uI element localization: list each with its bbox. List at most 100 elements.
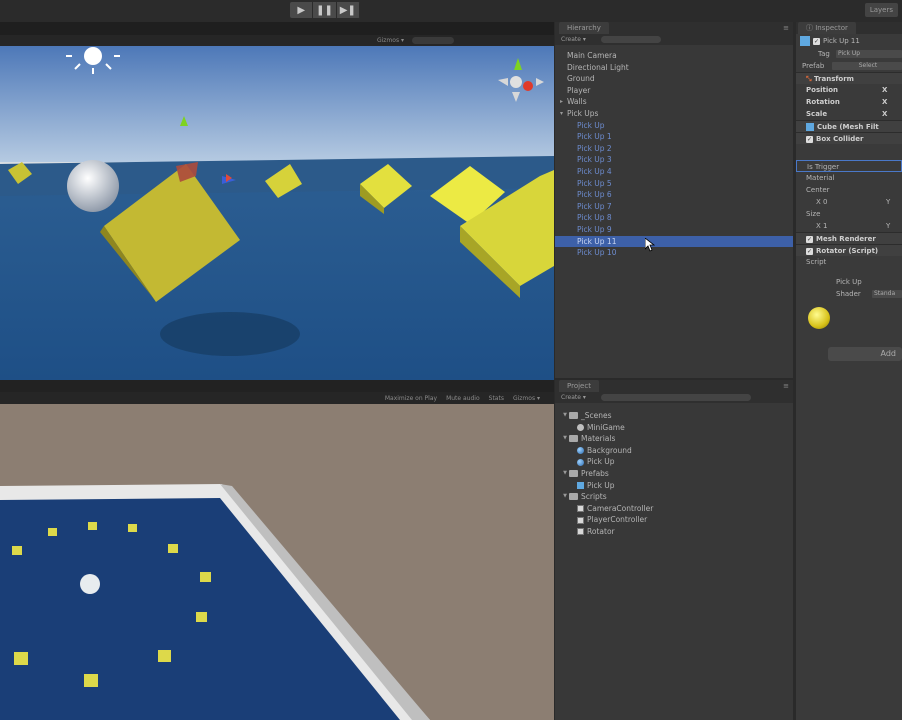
- size-row: Size: [796, 208, 902, 220]
- center-x-field[interactable]: X 0: [816, 198, 827, 206]
- project-menu-icon[interactable]: ≡: [783, 382, 789, 390]
- project-item[interactable]: Background: [555, 445, 793, 457]
- hierarchy-item[interactable]: Pick Up 9: [555, 224, 793, 236]
- game-toolbar: Maximize on Play Mute audio Stats Gizmos…: [0, 392, 554, 404]
- project-item[interactable]: ▼ Scripts: [555, 491, 793, 503]
- rotator-checkbox[interactable]: ✓: [806, 247, 813, 255]
- project-create-button[interactable]: Create ▾: [561, 393, 586, 402]
- hierarchy-item[interactable]: Pick Up 7: [555, 201, 793, 213]
- mute-audio-toggle[interactable]: Mute audio: [446, 395, 480, 402]
- project-item[interactable]: Rotator: [555, 526, 793, 538]
- tag-dropdown[interactable]: Pick Up: [836, 50, 902, 58]
- hierarchy-item[interactable]: Pick Up 5: [555, 178, 793, 190]
- pause-icon[interactable]: ❚❚: [313, 2, 337, 18]
- hierarchy-item[interactable]: ▾ Pick Ups: [555, 108, 793, 120]
- layers-dropdown[interactable]: Layers: [864, 3, 898, 17]
- hierarchy-item[interactable]: Pick Up 8: [555, 212, 793, 224]
- object-name-field[interactable]: Pick Up 11: [823, 37, 860, 45]
- project-search-input[interactable]: [601, 394, 751, 401]
- hierarchy-item[interactable]: Pick Up 2: [555, 143, 793, 155]
- inspector-body: ✓ Pick Up 11 Tag Pick Up Prefab Select ⤡ …: [796, 34, 902, 300]
- size-x-field[interactable]: X 1: [816, 222, 827, 230]
- add-component-button[interactable]: Add: [828, 347, 902, 361]
- scale-x-label[interactable]: X: [882, 108, 887, 120]
- project-item-label: Pick Up: [587, 457, 615, 467]
- project-item[interactable]: ▼ _Scenes: [555, 410, 793, 422]
- player-sphere[interactable]: [67, 160, 119, 212]
- rotator-header[interactable]: ✓ Rotator (Script): [796, 244, 902, 256]
- hierarchy-panel: Hierarchy ≡ Create ▾ Main Camera Directio…: [555, 22, 793, 378]
- game-viewport[interactable]: [0, 404, 554, 720]
- expanded-arrow-icon[interactable]: ▾: [560, 108, 563, 120]
- hierarchy-tab[interactable]: Hierarchy: [559, 22, 609, 34]
- hierarchy-item[interactable]: Pick Up 10: [555, 247, 793, 259]
- material-icon: [577, 458, 584, 466]
- hierarchy-menu-icon[interactable]: ≡: [783, 24, 789, 32]
- scene-gizmos-dropdown[interactable]: Gizmos ▾: [377, 35, 404, 46]
- project-tab[interactable]: Project: [559, 380, 599, 392]
- project-item[interactable]: ▼ Materials: [555, 433, 793, 445]
- hierarchy-item[interactable]: Pick Up 4: [555, 166, 793, 178]
- scene-viewport[interactable]: [0, 46, 554, 380]
- collapsed-arrow-icon[interactable]: ▸: [560, 96, 563, 108]
- prefab-select-button[interactable]: Select: [832, 62, 902, 70]
- play-icon[interactable]: ▶: [290, 2, 314, 18]
- hierarchy-item-label: Pick Up 11: [577, 236, 617, 246]
- game-gizmos-dropdown[interactable]: Gizmos ▾: [513, 395, 540, 402]
- center-y-label[interactable]: Y: [886, 196, 890, 208]
- scene-search-input[interactable]: [412, 37, 454, 44]
- project-panel: Project ≡ Create ▾ ▼ _Scenes MiniGame ▼ Mate…: [555, 380, 793, 720]
- rotation-x-label[interactable]: X: [882, 96, 887, 108]
- hierarchy-item[interactable]: Ground: [555, 73, 793, 85]
- stats-toggle[interactable]: Stats: [489, 395, 504, 402]
- transform-header[interactable]: ⤡ Transform: [796, 72, 902, 84]
- expanded-arrow-icon[interactable]: ▼: [561, 491, 569, 503]
- material-row: Material: [796, 172, 902, 184]
- shader-dropdown[interactable]: Standa: [872, 290, 902, 298]
- project-item-label: Materials: [581, 434, 616, 444]
- box-collider-header[interactable]: ✓ Box Collider: [796, 132, 902, 144]
- inspector-tab[interactable]: ⓘ Inspector: [798, 22, 856, 34]
- active-checkbox[interactable]: ✓: [813, 37, 820, 45]
- hierarchy-item[interactable]: Pick Up 6: [555, 189, 793, 201]
- hierarchy-item[interactable]: Pick Up 1: [555, 131, 793, 143]
- hierarchy-item[interactable]: Pick Up: [555, 120, 793, 132]
- hierarchy-item[interactable]: Pick Up 3: [555, 154, 793, 166]
- center-label: Center: [806, 186, 830, 194]
- hierarchy-item-label: Main Camera: [567, 51, 617, 60]
- step-icon[interactable]: ▶❚: [336, 2, 360, 18]
- mesh-filter-header[interactable]: Cube (Mesh Filt: [796, 120, 902, 132]
- project-item[interactable]: Pick Up: [555, 456, 793, 468]
- project-item[interactable]: Pick Up: [555, 480, 793, 492]
- expanded-arrow-icon[interactable]: ▼: [561, 468, 569, 480]
- hierarchy-item[interactable]: Player: [555, 85, 793, 97]
- scene-render: [0, 46, 554, 380]
- hierarchy-item[interactable]: Directional Light: [555, 62, 793, 74]
- hierarchy-item[interactable]: Pick Up 11: [555, 235, 793, 248]
- project-item[interactable]: PlayerController: [555, 514, 793, 526]
- project-item-label: Prefabs: [581, 468, 609, 478]
- prefab-label: Prefab: [802, 62, 825, 70]
- size-y-label[interactable]: Y: [886, 220, 890, 232]
- maximize-on-play-toggle[interactable]: Maximize on Play: [385, 395, 437, 402]
- expanded-arrow-icon[interactable]: ▼: [561, 433, 569, 445]
- game-view: Maximize on Play Mute audio Stats Gizmos…: [0, 380, 554, 720]
- position-x-label[interactable]: X: [882, 84, 887, 96]
- hierarchy-search-input[interactable]: [601, 36, 661, 43]
- is-trigger-row[interactable]: Is Trigger: [796, 160, 902, 172]
- position-row: Position X: [796, 84, 902, 96]
- mesh-renderer-header[interactable]: ✓ Mesh Renderer: [796, 232, 902, 244]
- rotation-row: Rotation X: [796, 96, 902, 108]
- hierarchy-toolbar: Create ▾: [555, 34, 793, 45]
- hierarchy-item[interactable]: ▸ Walls: [555, 96, 793, 108]
- hierarchy-item-label: Directional Light: [567, 62, 629, 72]
- box-collider-checkbox[interactable]: ✓: [806, 135, 813, 143]
- hierarchy-item[interactable]: Main Camera: [555, 50, 793, 62]
- mesh-renderer-checkbox[interactable]: ✓: [806, 235, 813, 243]
- hierarchy-create-button[interactable]: Create ▾: [561, 35, 586, 44]
- expanded-arrow-icon[interactable]: ▼: [561, 410, 569, 422]
- project-item[interactable]: CameraController: [555, 503, 793, 515]
- project-item[interactable]: MiniGame: [555, 422, 793, 434]
- project-item[interactable]: ▼ Prefabs: [555, 468, 793, 480]
- shader-row: Shader Standa: [796, 288, 902, 300]
